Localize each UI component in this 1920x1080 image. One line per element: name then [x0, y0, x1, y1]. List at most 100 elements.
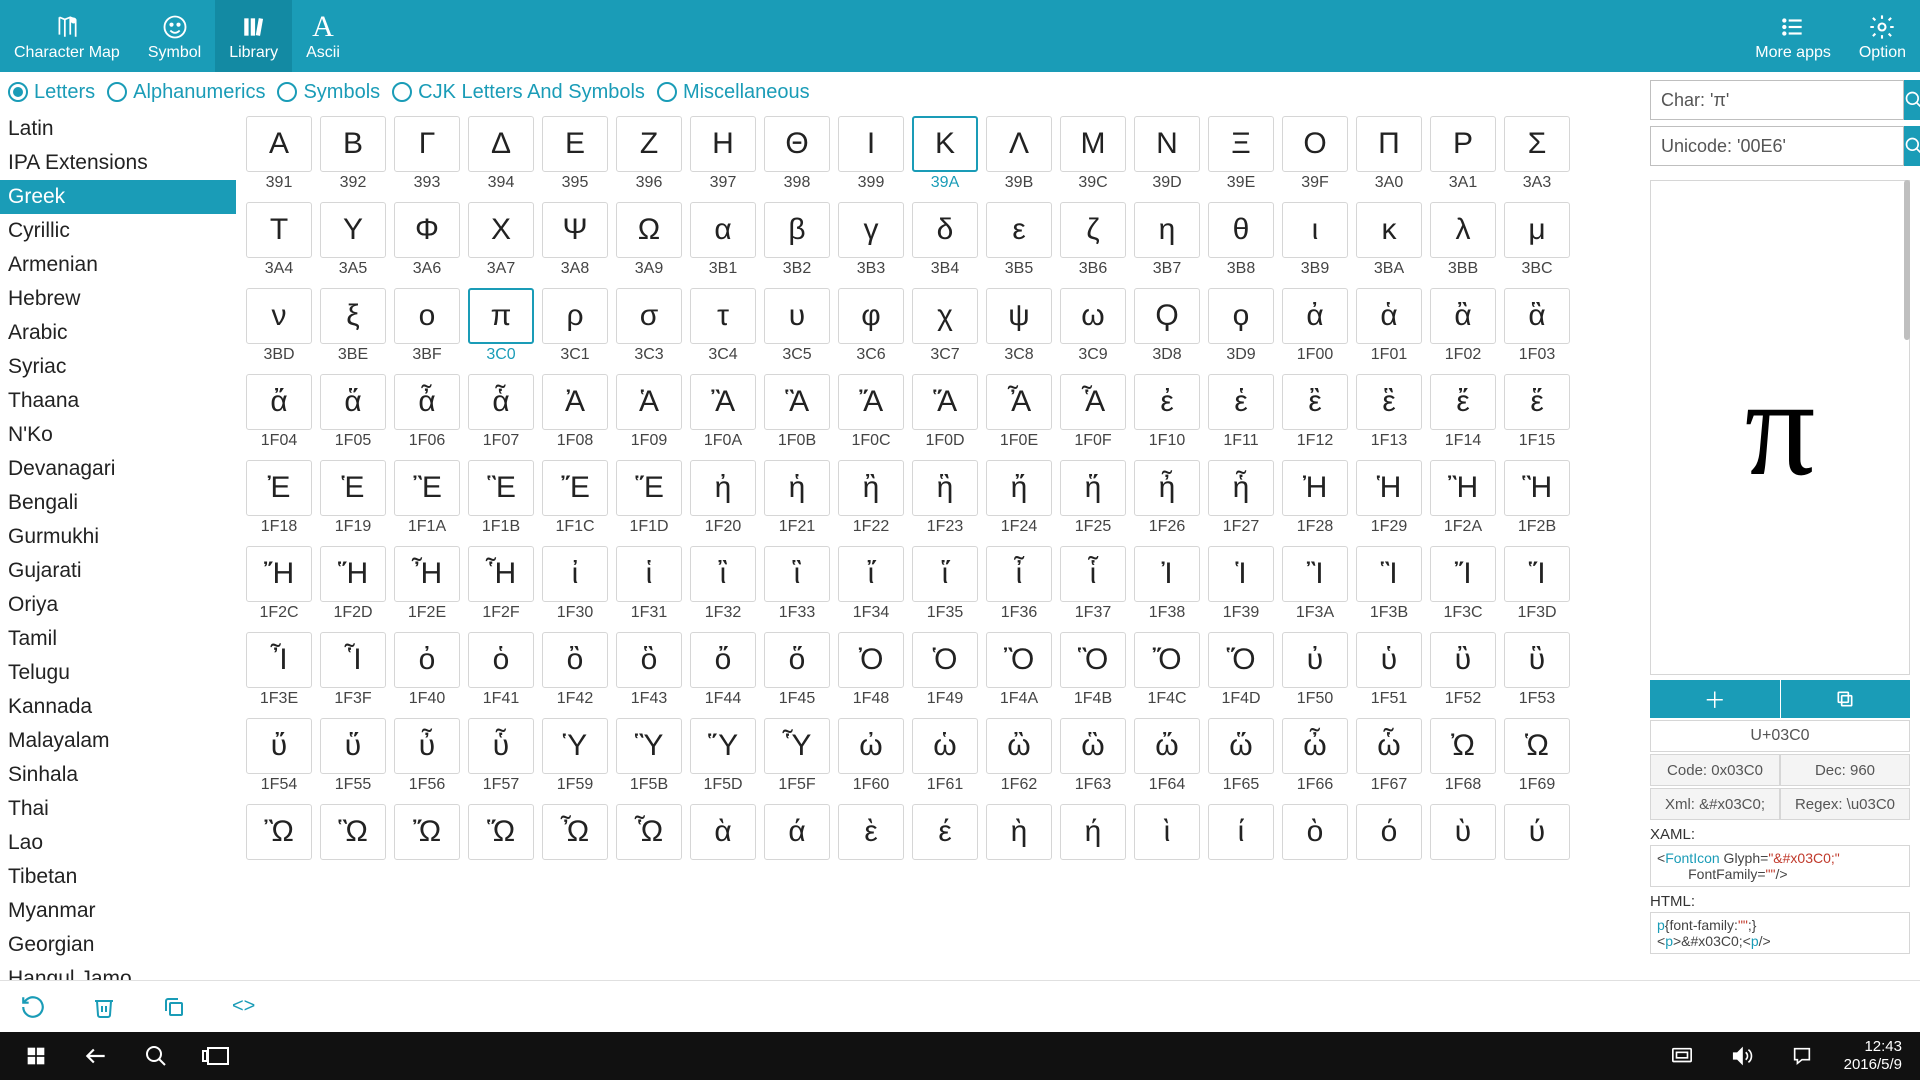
char-cell[interactable]: ὑ — [1356, 632, 1422, 688]
char-cell[interactable]: υ — [764, 288, 830, 344]
char-cell[interactable]: ὸ — [1282, 804, 1348, 860]
char-cell[interactable]: Ἐ — [246, 460, 312, 516]
char-cell[interactable]: Ἳ — [1356, 546, 1422, 602]
code-icon[interactable]: <> — [232, 995, 255, 1018]
char-cell[interactable]: ἵ — [912, 546, 978, 602]
sidebar-item-thaana[interactable]: Thaana — [0, 384, 236, 418]
copy-button[interactable] — [1781, 680, 1911, 718]
char-cell[interactable]: ἅ — [320, 374, 386, 430]
char-cell[interactable]: ὀ — [394, 632, 460, 688]
char-cell[interactable]: β — [764, 202, 830, 258]
char-cell[interactable]: ἤ — [986, 460, 1052, 516]
char-cell[interactable]: Ἠ — [1282, 460, 1348, 516]
char-cell[interactable]: ἄ — [246, 374, 312, 430]
char-cell[interactable]: ω — [1060, 288, 1126, 344]
char-cell[interactable]: ἃ — [1504, 288, 1570, 344]
char-cell[interactable]: Ἱ — [1208, 546, 1274, 602]
taskbar-clock[interactable]: 12:432016/5/9 — [1832, 1038, 1914, 1074]
char-cell[interactable]: ἠ — [690, 460, 756, 516]
char-cell[interactable]: Ἄ — [838, 374, 904, 430]
sidebar-item-myanmar[interactable]: Myanmar — [0, 894, 236, 928]
filter-cjk-letters-and-symbols[interactable]: CJK Letters And Symbols — [392, 81, 645, 104]
char-cell[interactable]: ἕ — [1504, 374, 1570, 430]
char-cell[interactable]: ε — [986, 202, 1052, 258]
char-cell[interactable]: ἶ — [986, 546, 1052, 602]
char-cell[interactable]: ἁ — [1356, 288, 1422, 344]
sidebar-item-bengali[interactable]: Bengali — [0, 486, 236, 520]
char-cell[interactable]: ἆ — [394, 374, 460, 430]
char-cell[interactable]: Β — [320, 116, 386, 172]
char-cell[interactable]: ρ — [542, 288, 608, 344]
char-cell[interactable]: ὶ — [1134, 804, 1200, 860]
char-cell[interactable]: ύ — [1504, 804, 1570, 860]
char-cell[interactable]: Ἲ — [1282, 546, 1348, 602]
char-cell[interactable]: Ἷ — [320, 632, 386, 688]
char-cell[interactable]: Ὤ — [394, 804, 460, 860]
char-cell[interactable]: Ἶ — [246, 632, 312, 688]
char-cell[interactable]: ὐ — [1282, 632, 1348, 688]
char-cell[interactable]: Ὑ — [542, 718, 608, 774]
char-cell[interactable]: φ — [838, 288, 904, 344]
char-cell[interactable]: ϙ — [1208, 288, 1274, 344]
char-cell[interactable]: ν — [246, 288, 312, 344]
sidebar-item-hangul-jamo[interactable]: Hangul Jamo — [0, 962, 236, 980]
sidebar-item-syriac[interactable]: Syriac — [0, 350, 236, 384]
char-cell[interactable]: ὠ — [838, 718, 904, 774]
volume-icon[interactable] — [1712, 1032, 1772, 1080]
char-cell[interactable]: ὕ — [320, 718, 386, 774]
copy-toolbar-icon[interactable] — [162, 995, 186, 1019]
char-cell[interactable]: Ἵ — [1504, 546, 1570, 602]
char-cell[interactable]: χ — [912, 288, 978, 344]
notifications-icon[interactable] — [1772, 1032, 1832, 1080]
dec-cell[interactable]: Dec: 960 — [1780, 754, 1910, 786]
char-cell[interactable]: Ν — [1134, 116, 1200, 172]
sidebar-item-armenian[interactable]: Armenian — [0, 248, 236, 282]
char-cell[interactable]: ὁ — [468, 632, 534, 688]
char-cell[interactable]: ά — [764, 804, 830, 860]
char-cell[interactable]: Ἕ — [616, 460, 682, 516]
char-cell[interactable]: Ἣ — [1504, 460, 1570, 516]
sidebar-item-gurmukhi[interactable]: Gurmukhi — [0, 520, 236, 554]
char-cell[interactable]: ὧ — [1356, 718, 1422, 774]
char-cell[interactable]: Ὢ — [246, 804, 312, 860]
char-cell[interactable]: ἱ — [616, 546, 682, 602]
char-cell[interactable]: Ἃ — [764, 374, 830, 430]
char-cell[interactable]: Χ — [468, 202, 534, 258]
xml-cell[interactable]: Xml: &#x03C0; — [1650, 788, 1780, 820]
char-cell[interactable]: ἑ — [1208, 374, 1274, 430]
char-cell[interactable]: Ἢ — [1430, 460, 1496, 516]
char-cell[interactable]: Ὓ — [616, 718, 682, 774]
delete-icon[interactable] — [92, 995, 116, 1019]
char-cell[interactable]: ἡ — [764, 460, 830, 516]
char-cell[interactable]: τ — [690, 288, 756, 344]
char-cell[interactable]: ὓ — [1504, 632, 1570, 688]
char-cell[interactable]: ὣ — [1060, 718, 1126, 774]
char-cell[interactable]: η — [1134, 202, 1200, 258]
unicode-search-input[interactable] — [1650, 126, 1904, 166]
ribbon-library[interactable]: Library — [215, 0, 292, 72]
char-cell[interactable]: Ἒ — [394, 460, 460, 516]
char-cell[interactable]: ι — [1282, 202, 1348, 258]
char-cell[interactable]: Ι — [838, 116, 904, 172]
char-cell[interactable]: ἰ — [542, 546, 608, 602]
char-cell[interactable]: Ἁ — [616, 374, 682, 430]
html-code[interactable]: p{font-family:"";}<p>&#x03C0;<p/> — [1650, 912, 1910, 954]
char-cell[interactable]: ὅ — [764, 632, 830, 688]
char-cell[interactable]: Ὣ — [320, 804, 386, 860]
char-cell[interactable]: Ὃ — [1060, 632, 1126, 688]
ribbon-character-map[interactable]: Character Map — [0, 0, 134, 72]
char-cell[interactable]: μ — [1504, 202, 1570, 258]
ribbon-more-apps[interactable]: More apps — [1741, 0, 1845, 72]
char-cell[interactable]: ζ — [1060, 202, 1126, 258]
xaml-code[interactable]: <FontIcon Glyph="&#x03C0;" FontFamily=""… — [1650, 845, 1910, 887]
sidebar-item-arabic[interactable]: Arabic — [0, 316, 236, 350]
char-cell[interactable]: ὤ — [1134, 718, 1200, 774]
char-cell[interactable]: ὰ — [690, 804, 756, 860]
sidebar-item-georgian[interactable]: Georgian — [0, 928, 236, 962]
task-view-icon[interactable] — [186, 1032, 246, 1080]
char-cell[interactable]: ή — [1060, 804, 1126, 860]
char-cell[interactable]: Ὦ — [542, 804, 608, 860]
char-cell[interactable]: ὥ — [1208, 718, 1274, 774]
sidebar-item-cyrillic[interactable]: Cyrillic — [0, 214, 236, 248]
filter-letters[interactable]: Letters — [8, 81, 95, 104]
